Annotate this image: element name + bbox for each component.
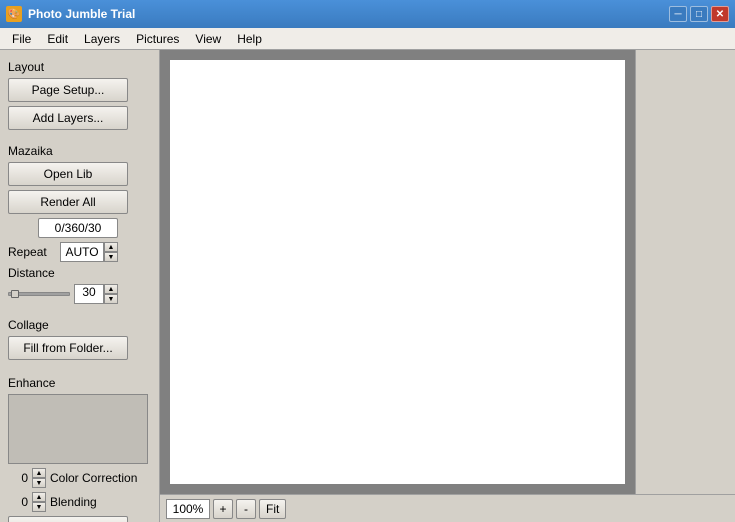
app-icon: 🎨: [6, 6, 22, 22]
zoom-out-button[interactable]: -: [236, 499, 256, 519]
blending-spinner[interactable]: ▲ ▼: [32, 492, 46, 512]
distance-down-arrow[interactable]: ▼: [104, 294, 118, 304]
enhance-section-label: Enhance: [8, 376, 151, 390]
canvas-area: 100% + - Fit: [160, 50, 735, 522]
title-bar-left: 🎨 Photo Jumble Trial: [6, 6, 135, 22]
main-layout: Layout Page Setup... Add Layers... Mazai…: [0, 50, 735, 522]
fit-button[interactable]: Fit: [259, 499, 286, 519]
distance-slider-row: 30 ▲ ▼: [8, 284, 151, 304]
distance-arrows: ▲ ▼: [104, 284, 118, 304]
color-correction-spinner[interactable]: ▲ ▼: [32, 468, 46, 488]
sidebar: Layout Page Setup... Add Layers... Mazai…: [0, 50, 160, 522]
color-correction-arrows: ▲ ▼: [32, 468, 46, 488]
enhance-section: Enhance 0 ▲ ▼ Color Correction 0 ▲ ▼: [8, 376, 151, 522]
canvas-top: [160, 50, 735, 494]
app-title: Photo Jumble Trial: [28, 7, 135, 21]
repeat-down-arrow[interactable]: ▼: [104, 252, 118, 262]
distance-spinner[interactable]: 30 ▲ ▼: [74, 284, 118, 304]
page-setup-button[interactable]: Page Setup...: [8, 78, 128, 102]
close-button[interactable]: ✕: [711, 6, 729, 22]
redraw-button[interactable]: Redraw: [8, 516, 128, 522]
zoom-in-button[interactable]: +: [213, 499, 233, 519]
blending-down-arrow[interactable]: ▼: [32, 502, 46, 512]
layout-section-label: Layout: [8, 60, 151, 74]
collage-section-label: Collage: [8, 318, 151, 332]
distance-value[interactable]: 30: [74, 284, 104, 304]
color-correction-down-arrow[interactable]: ▼: [32, 478, 46, 488]
title-bar: 🎨 Photo Jumble Trial ─ □ ✕: [0, 0, 735, 28]
color-correction-label: Color Correction: [50, 471, 137, 485]
zoom-level: 100%: [166, 499, 210, 519]
canvas-right-panel: [635, 50, 735, 494]
color-correction-up-arrow[interactable]: ▲: [32, 468, 46, 478]
blending-arrows: ▲ ▼: [32, 492, 46, 512]
distance-up-arrow[interactable]: ▲: [104, 284, 118, 294]
menu-edit[interactable]: Edit: [39, 30, 76, 48]
blending-value: 0: [8, 495, 28, 509]
repeat-arrows: ▲ ▼: [104, 242, 118, 262]
menu-file[interactable]: File: [4, 30, 39, 48]
repeat-control: Repeat AUTO ▲ ▼: [8, 242, 151, 262]
color-correction-row: 0 ▲ ▼ Color Correction: [8, 468, 151, 488]
repeat-up-arrow[interactable]: ▲: [104, 242, 118, 252]
mazaika-section-label: Mazaika: [8, 144, 151, 158]
open-lib-button[interactable]: Open Lib: [8, 162, 128, 186]
minimize-button[interactable]: ─: [669, 6, 687, 22]
maximize-button[interactable]: □: [690, 6, 708, 22]
repeat-spinner[interactable]: AUTO ▲ ▼: [60, 242, 118, 262]
repeat-label: Repeat: [8, 245, 56, 259]
menu-layers[interactable]: Layers: [76, 30, 128, 48]
render-progress: 0/360/30: [38, 218, 118, 238]
canvas-white[interactable]: [170, 60, 625, 484]
blending-label: Blending: [50, 495, 97, 509]
bottom-bar: 100% + - Fit: [160, 494, 735, 522]
distance-slider-thumb[interactable]: [11, 290, 19, 298]
repeat-value[interactable]: AUTO: [60, 242, 104, 262]
menu-pictures[interactable]: Pictures: [128, 30, 187, 48]
menu-bar: File Edit Layers Pictures View Help: [0, 28, 735, 50]
enhance-preview: [8, 394, 148, 464]
render-all-button[interactable]: Render All: [8, 190, 128, 214]
blending-row: 0 ▲ ▼ Blending: [8, 492, 151, 512]
color-correction-value: 0: [8, 471, 28, 485]
distance-slider-track[interactable]: [8, 292, 70, 296]
menu-help[interactable]: Help: [229, 30, 270, 48]
add-layers-button[interactable]: Add Layers...: [8, 106, 128, 130]
blending-up-arrow[interactable]: ▲: [32, 492, 46, 502]
title-bar-controls: ─ □ ✕: [669, 6, 729, 22]
menu-view[interactable]: View: [187, 30, 229, 48]
distance-label: Distance: [8, 266, 56, 280]
fill-from-folder-button[interactable]: Fill from Folder...: [8, 336, 128, 360]
distance-control: Distance: [8, 266, 151, 280]
